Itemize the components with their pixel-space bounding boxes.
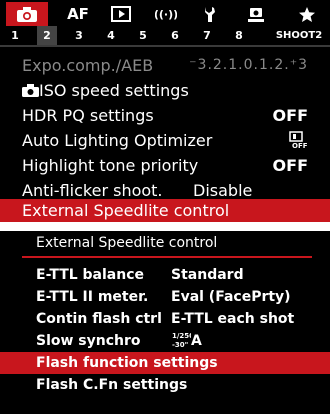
menu-item-flash-cfn-settings[interactable]: Flash C.Fn settings bbox=[0, 374, 330, 396]
menu-item-expo-comp[interactable]: Expo.comp./AEB ⁻3.2.1.0.1.2.⁺3 bbox=[0, 53, 330, 78]
subtab-label: 5 bbox=[139, 29, 147, 42]
tab-af-label: AF bbox=[67, 5, 89, 23]
subtab-label: 7 bbox=[203, 29, 211, 42]
menu-item-label: E-TTL balance bbox=[36, 267, 145, 283]
subtab-1[interactable]: 1 bbox=[6, 26, 24, 45]
menu-item-value: OFF bbox=[272, 156, 308, 175]
menu-item-label: Contin flash ctrl bbox=[36, 311, 162, 327]
subtab-label: 8 bbox=[235, 29, 243, 42]
svg-text:OFF: OFF bbox=[292, 142, 308, 149]
menu-item-label: External Speedlite control bbox=[22, 201, 230, 220]
camera-icon bbox=[22, 84, 39, 97]
tab-wireless[interactable]: ((·)) bbox=[148, 2, 184, 26]
wireless-icon: ((·)) bbox=[155, 8, 177, 21]
svg-text:-30": -30" bbox=[172, 341, 188, 349]
exposure-scale: ⁻3.2.1.0.1.2.⁺3 bbox=[189, 57, 308, 73]
subtab-label: 4 bbox=[107, 29, 115, 42]
menu-item-ettl-balance[interactable]: E-TTL balance Standard bbox=[0, 264, 330, 286]
menu-item-flash-function-settings[interactable]: Flash function settings bbox=[0, 352, 330, 374]
camera-icon bbox=[17, 6, 37, 22]
menu-item-external-speedlite-control[interactable]: External Speedlite control bbox=[0, 199, 330, 222]
menu-item-iso-speed[interactable]: ISO speed settings bbox=[0, 78, 330, 103]
shooting-menu-screen: AF ((·)) 1 2 3 4 5 6 7 8 SHOOT2 Expo.com… bbox=[0, 0, 330, 222]
menu-page-name: SHOOT2 bbox=[272, 26, 326, 45]
menu-item-value: Eval (FacePrty) bbox=[171, 289, 291, 305]
menu-item-label: Auto Lighting Optimizer bbox=[22, 131, 213, 150]
menu-item-value: A bbox=[191, 333, 202, 349]
menu-subtab-bar: 1 2 3 4 5 6 7 8 SHOOT2 bbox=[0, 26, 330, 45]
menu-item-value: Standard bbox=[171, 267, 244, 283]
menu-tab-bar: AF ((·)) bbox=[0, 0, 330, 26]
tab-my-menu[interactable] bbox=[290, 2, 324, 26]
subtab-6[interactable]: 6 bbox=[166, 26, 184, 45]
tab-divider bbox=[0, 45, 330, 47]
menu-item-label: ISO speed settings bbox=[39, 81, 189, 100]
menu-item-label: Highlight tone priority bbox=[22, 156, 199, 175]
menu-item-label: E-TTL II meter. bbox=[36, 289, 149, 305]
playback-icon bbox=[111, 6, 131, 22]
custom-function-icon bbox=[248, 7, 264, 22]
subtab-label: 1 bbox=[11, 29, 19, 42]
menu-item-ettl-metering[interactable]: E-TTL II meter. Eval (FacePrty) bbox=[0, 286, 330, 308]
menu-item-label-with-icon: ISO speed settings bbox=[22, 78, 189, 103]
menu-item-value: E-TTL each shot bbox=[171, 311, 295, 327]
subtab-7[interactable]: 7 bbox=[198, 26, 216, 45]
menu-item-value: OFF bbox=[272, 106, 308, 125]
svg-text:1/250: 1/250 bbox=[172, 332, 191, 340]
tab-shooting[interactable] bbox=[6, 2, 48, 26]
star-icon bbox=[299, 6, 315, 22]
subtab-3[interactable]: 3 bbox=[70, 26, 88, 45]
menu-page-label: SHOOT2 bbox=[275, 30, 323, 41]
menu-item-slow-synchro[interactable]: Slow synchro 1/250 -30" A bbox=[0, 330, 330, 352]
subtab-4[interactable]: 4 bbox=[102, 26, 120, 45]
tab-custom-functions[interactable] bbox=[238, 2, 274, 26]
menu-item-highlight-tone-priority[interactable]: Highlight tone priority OFF bbox=[0, 153, 330, 178]
subtab-label: 2 bbox=[43, 29, 51, 42]
page-title-text: External Speedlite control bbox=[36, 235, 218, 251]
menu-item-hdr-pq[interactable]: HDR PQ settings OFF bbox=[0, 103, 330, 128]
subtab-2[interactable]: 2 bbox=[37, 26, 57, 45]
tab-playback[interactable] bbox=[106, 2, 136, 26]
tab-setup[interactable] bbox=[196, 2, 226, 26]
subtab-8[interactable]: 8 bbox=[230, 26, 248, 45]
menu-item-label: Slow synchro bbox=[36, 333, 141, 349]
alo-off-icon: OFF bbox=[288, 128, 308, 153]
wrench-icon bbox=[205, 6, 215, 22]
svg-text:((·)): ((·)) bbox=[155, 8, 177, 21]
external-speedlite-control-screen: External Speedlite control E-TTL balance… bbox=[0, 231, 330, 414]
menu-item-contin-flash-ctrl[interactable]: Contin flash ctrl E-TTL each shot bbox=[0, 308, 330, 330]
menu-item-label: Flash function settings bbox=[36, 355, 218, 371]
menu-item-label: HDR PQ settings bbox=[22, 106, 154, 125]
slow-synchro-value: 1/250 -30" A bbox=[171, 330, 202, 352]
menu-item-label: Flash C.Fn settings bbox=[36, 377, 188, 393]
tab-af[interactable]: AF bbox=[60, 2, 96, 26]
subtab-label: 3 bbox=[75, 29, 83, 42]
subtab-5[interactable]: 5 bbox=[134, 26, 152, 45]
menu-item-auto-lighting-optimizer[interactable]: Auto Lighting Optimizer OFF bbox=[0, 128, 330, 153]
title-divider bbox=[22, 256, 312, 258]
menu-item-label: Expo.comp./AEB bbox=[22, 56, 154, 75]
page-title: External Speedlite control bbox=[0, 231, 330, 255]
shutter-range-icon: 1/250 -30" bbox=[172, 332, 194, 349]
subtab-label: 6 bbox=[171, 29, 179, 42]
